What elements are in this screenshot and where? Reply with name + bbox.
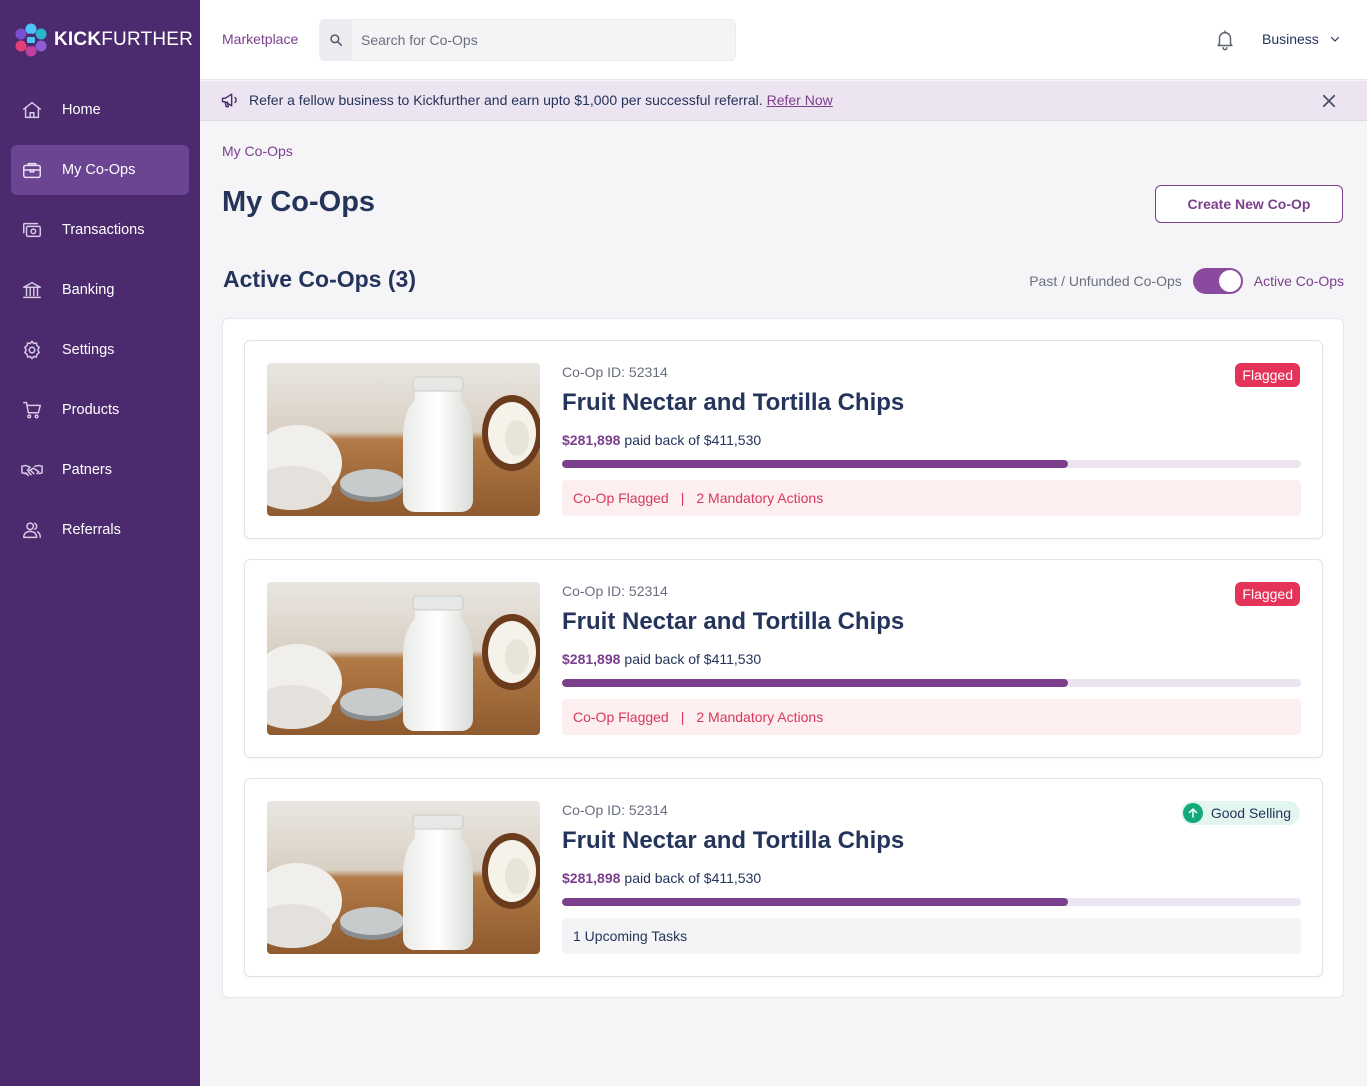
brand-name: KICKFURTHER <box>54 29 194 50</box>
gear-icon <box>19 337 45 363</box>
co-op-id: Co-Op ID: 52314 <box>562 364 668 380</box>
bank-icon <box>19 277 45 303</box>
top-bar: Marketplace Business <box>200 0 1367 80</box>
sidebar-item-my-co-ops[interactable]: My Co-Ops <box>11 145 189 195</box>
status-flagged-text: Co-Op Flagged <box>573 709 669 725</box>
bell-icon[interactable] <box>1214 29 1236 51</box>
status-actions-text: 2 Mandatory Actions <box>696 490 824 506</box>
paid-summary: $281,898 paid back of $411,530 <box>562 432 761 448</box>
product-image <box>267 582 540 735</box>
home-icon <box>19 97 45 123</box>
status-badge: Flagged <box>1235 582 1300 606</box>
status-separator: | <box>680 709 685 725</box>
arrow-up-icon <box>1182 803 1203 823</box>
logo-mark-icon <box>15 23 47 57</box>
section-title: Active Co-Ops (3) <box>223 266 416 292</box>
status-badge: Flagged <box>1235 363 1300 387</box>
sidebar-item-transactions[interactable]: Transactions <box>11 205 189 255</box>
sidebar-item-home[interactable]: Home <box>11 85 189 135</box>
status-separator: | <box>680 490 685 506</box>
upcoming-tasks-text: 1 Upcoming Tasks <box>573 928 688 944</box>
co-op-name[interactable]: Fruit Nectar and Tortilla Chips <box>562 389 904 417</box>
paid-amount: $281,898 <box>562 432 621 448</box>
sidebar-item-referrals[interactable]: Referrals <box>11 505 189 555</box>
marketplace-link[interactable]: Marketplace <box>222 31 298 47</box>
sidebar-item-label: Settings <box>62 342 115 358</box>
sidebar-item-products[interactable]: Products <box>11 385 189 435</box>
paid-total: paid back of $411,530 <box>624 870 762 886</box>
refer-now-link[interactable]: Refer Now <box>767 92 833 108</box>
toggle-left-label[interactable]: Past / Unfunded Co-Ops <box>1029 273 1182 289</box>
co-op-filter-toggle: Past / Unfunded Co-Ops Active Co-Ops <box>1029 268 1344 294</box>
progress-fill <box>562 898 1069 906</box>
paid-amount: $281,898 <box>562 870 621 886</box>
progress-fill <box>562 460 1069 468</box>
handshake-icon <box>19 457 45 483</box>
co-op-list: Co-Op ID: 52314 Fruit Nectar and Tortill… <box>222 318 1344 998</box>
co-op-id: Co-Op ID: 52314 <box>562 802 668 818</box>
sidebar-item-partners[interactable]: Patners <box>11 445 189 495</box>
paid-summary: $281,898 paid back of $411,530 <box>562 651 761 667</box>
sidebar-item-label: Transactions <box>62 222 145 238</box>
flag-status-box[interactable]: Co-Op Flagged | 2 Mandatory Actions <box>562 699 1301 735</box>
sidebar-item-label: Referrals <box>62 522 121 538</box>
payback-progress-bar <box>562 460 1301 468</box>
sidebar-item-label: Products <box>62 402 120 418</box>
sidebar-item-label: Home <box>62 102 101 118</box>
search-box[interactable] <box>319 19 736 61</box>
active-toggle-switch[interactable] <box>1192 268 1243 294</box>
cart-icon <box>19 397 45 423</box>
sidebar-nav: Home My Co-Ops Transactions Banking Sett… <box>11 85 189 565</box>
product-image <box>267 363 540 516</box>
page-title: My Co-Ops <box>222 186 376 218</box>
upcoming-tasks-box[interactable]: 1 Upcoming Tasks <box>562 918 1301 954</box>
megaphone-icon <box>221 93 237 108</box>
banner-text: Refer a fellow business to Kickfurther a… <box>249 92 833 108</box>
briefcase-icon <box>19 157 45 183</box>
badge-label: Good Selling <box>1210 805 1291 821</box>
co-op-card[interactable]: Co-Op ID: 52314 Fruit Nectar and Tortill… <box>244 340 1323 539</box>
sidebar-item-banking[interactable]: Banking <box>11 265 189 315</box>
status-actions-text: 2 Mandatory Actions <box>696 709 824 725</box>
account-dropdown[interactable]: Business <box>1262 31 1341 47</box>
toggle-right-label[interactable]: Active Co-Ops <box>1254 273 1344 289</box>
chevron-down-icon <box>1330 36 1339 42</box>
sidebar: KICKFURTHER Home My Co-Ops Transactions … <box>0 0 200 1086</box>
flag-status-box[interactable]: Co-Op Flagged | 2 Mandatory Actions <box>562 480 1301 516</box>
progress-fill <box>562 679 1069 687</box>
account-label: Business <box>1262 31 1319 47</box>
referral-banner: Refer a fellow business to Kickfurther a… <box>200 81 1367 121</box>
co-op-card[interactable]: Co-Op ID: 52314 Fruit Nectar and Tortill… <box>244 559 1323 758</box>
search-icon <box>320 20 352 60</box>
co-op-card[interactable]: Co-Op ID: 52314 Fruit Nectar and Tortill… <box>244 778 1323 977</box>
search-input[interactable] <box>361 32 721 48</box>
sidebar-item-label: My Co-Ops <box>62 162 136 178</box>
payback-progress-bar <box>562 898 1301 906</box>
create-new-co-op-button[interactable]: Create New Co-Op <box>1155 185 1343 223</box>
sidebar-item-label: Banking <box>62 282 115 298</box>
paid-total: paid back of $411,530 <box>624 651 762 667</box>
status-badge: Good Selling <box>1180 801 1300 825</box>
paid-total: paid back of $411,530 <box>624 432 762 448</box>
product-image <box>267 801 540 954</box>
toggle-knob <box>1218 270 1241 292</box>
brand-logo[interactable]: KICKFURTHER <box>14 22 193 58</box>
sidebar-item-label: Patners <box>62 462 112 478</box>
payback-progress-bar <box>562 679 1301 687</box>
co-op-id: Co-Op ID: 52314 <box>562 583 668 599</box>
status-flagged-text: Co-Op Flagged <box>573 490 669 506</box>
paid-amount: $281,898 <box>562 651 621 667</box>
users-icon <box>19 517 45 543</box>
paid-summary: $281,898 paid back of $411,530 <box>562 870 761 886</box>
co-op-name[interactable]: Fruit Nectar and Tortilla Chips <box>562 827 904 855</box>
breadcrumb[interactable]: My Co-Ops <box>222 143 293 159</box>
close-icon[interactable] <box>1320 92 1338 110</box>
transactions-icon <box>19 217 45 243</box>
sidebar-item-settings[interactable]: Settings <box>11 325 189 375</box>
co-op-name[interactable]: Fruit Nectar and Tortilla Chips <box>562 608 904 636</box>
